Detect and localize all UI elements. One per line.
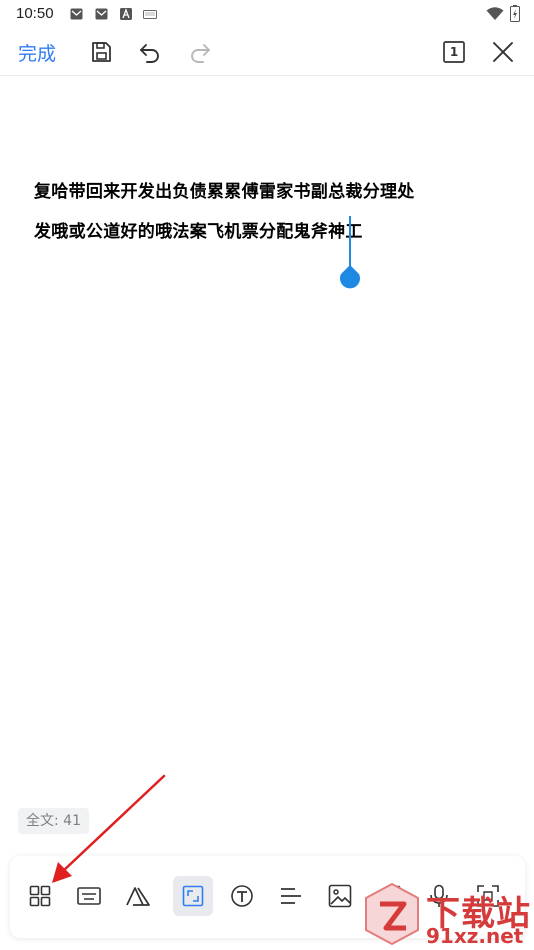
document-line: 复哈带回来开发出负债累累傅雷家书副总裁分理处 xyxy=(34,182,415,202)
document-line: 发哦或公道好的哦法案飞机票分配鬼斧神工 xyxy=(34,222,363,242)
close-icon[interactable] xyxy=(489,38,517,66)
align-button[interactable] xyxy=(271,876,311,916)
status-time: 10:50 xyxy=(16,5,54,22)
image-icon xyxy=(328,884,352,908)
align-icon xyxy=(281,888,301,904)
watermark-bottom-text: 91xz.net xyxy=(426,924,524,948)
font-style-button[interactable] xyxy=(118,876,158,916)
apps-button[interactable] xyxy=(20,876,60,916)
wifi-icon xyxy=(486,6,504,20)
keyboard-notification-icon xyxy=(143,10,157,19)
page-count-button[interactable]: 1 xyxy=(440,38,468,66)
document-content[interactable]: 复哈带回来开发出负债累累傅雷家书副总裁分理处 发哦或公道好的哦法案飞机票分配鬼斧… xyxy=(34,180,504,244)
word-count-label: 全文: 41 xyxy=(18,808,89,834)
watermark-logo xyxy=(365,882,419,946)
editor-toolbar: 完成 1 xyxy=(0,30,534,76)
mail-icon xyxy=(70,8,83,20)
status-bar: 10:50 xyxy=(0,0,534,30)
save-icon[interactable] xyxy=(87,38,115,66)
text-button[interactable] xyxy=(222,876,262,916)
done-button[interactable]: 完成 xyxy=(18,39,56,66)
text-cursor xyxy=(349,216,351,266)
text-icon xyxy=(231,885,253,907)
select-region-icon xyxy=(182,885,204,907)
font-style-icon xyxy=(126,887,150,906)
image-button[interactable] xyxy=(320,876,360,916)
watermark: 下载站 91xz.net xyxy=(360,880,534,950)
redo-icon[interactable] xyxy=(186,38,214,66)
select-region-button[interactable] xyxy=(173,876,213,916)
keyboard-button[interactable] xyxy=(69,876,109,916)
apps-icon xyxy=(29,885,51,907)
mail-icon-2 xyxy=(95,8,108,20)
battery-icon xyxy=(510,5,520,22)
keyboard-icon xyxy=(77,887,101,905)
undo-icon[interactable] xyxy=(136,38,164,66)
page-number: 1 xyxy=(449,45,459,59)
font-notification-icon xyxy=(120,8,132,20)
cursor-handle[interactable] xyxy=(339,265,361,289)
